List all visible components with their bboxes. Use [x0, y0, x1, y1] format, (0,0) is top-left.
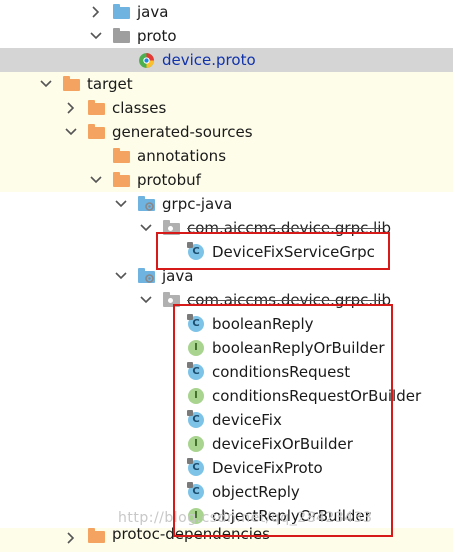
target-label: target: [87, 75, 133, 93]
watermark-text: http://blog.csdn.net/qq_28423433: [118, 510, 373, 526]
classes-label: classes: [112, 99, 167, 117]
source-folder-icon: [113, 4, 130, 20]
chevron-down-icon[interactable]: [38, 72, 54, 96]
generated-sources-label: generated-sources: [112, 123, 253, 141]
chevron-down-icon[interactable]: [138, 288, 154, 312]
folder-icon: [88, 124, 105, 140]
chevron-down-icon[interactable]: [63, 120, 79, 144]
folder-icon: [113, 148, 130, 164]
tree-row-device-proto[interactable]: device.proto: [0, 48, 453, 72]
generated-source-folder-icon: [138, 268, 155, 284]
tree-row-generated-sources[interactable]: generated-sources: [0, 120, 453, 144]
chevron-right-icon[interactable]: [63, 96, 79, 120]
annotations-label: annotations: [137, 147, 227, 165]
tree-row-java-folder[interactable]: java: [0, 0, 453, 24]
highlight-box-generated-classes: [173, 304, 393, 537]
tree-row-annotations[interactable]: annotations: [0, 144, 453, 168]
strikethrough-line: [187, 228, 383, 229]
folder-icon: [88, 528, 105, 544]
folder-icon: [113, 172, 130, 188]
chevron-right-icon[interactable]: [88, 0, 104, 24]
chevron-down-icon[interactable]: [113, 264, 129, 288]
strikethrough-line: [187, 300, 383, 301]
device-proto-label: device.proto: [162, 51, 256, 69]
project-tree: java proto device.proto target classes g…: [0, 0, 453, 552]
tree-row-proto-folder[interactable]: proto: [0, 24, 453, 48]
tree-row-classes[interactable]: classes: [0, 96, 453, 120]
chevron-right-icon[interactable]: [63, 526, 79, 550]
chevron-down-icon[interactable]: [88, 168, 104, 192]
tree-row-target[interactable]: target: [0, 72, 453, 96]
chevron-down-icon[interactable]: [113, 192, 129, 216]
folder-icon: [113, 28, 130, 44]
proto-file-icon: [138, 52, 155, 68]
folder-icon: [88, 100, 105, 116]
generated-source-folder-icon: [138, 196, 155, 212]
chevron-down-icon[interactable]: [138, 216, 154, 240]
tree-row-protobuf[interactable]: protobuf: [0, 168, 453, 192]
protobuf-label: protobuf: [137, 171, 201, 189]
folder-icon: [63, 76, 80, 92]
highlight-box-grpc-class: [156, 232, 390, 270]
chevron-down-icon[interactable]: [88, 24, 104, 48]
proto-folder-label: proto: [137, 27, 177, 45]
tree-row-grpc-java[interactable]: grpc-java: [0, 192, 453, 216]
grpc-java-label: grpc-java: [162, 195, 233, 213]
java-folder-label: java: [137, 3, 169, 21]
